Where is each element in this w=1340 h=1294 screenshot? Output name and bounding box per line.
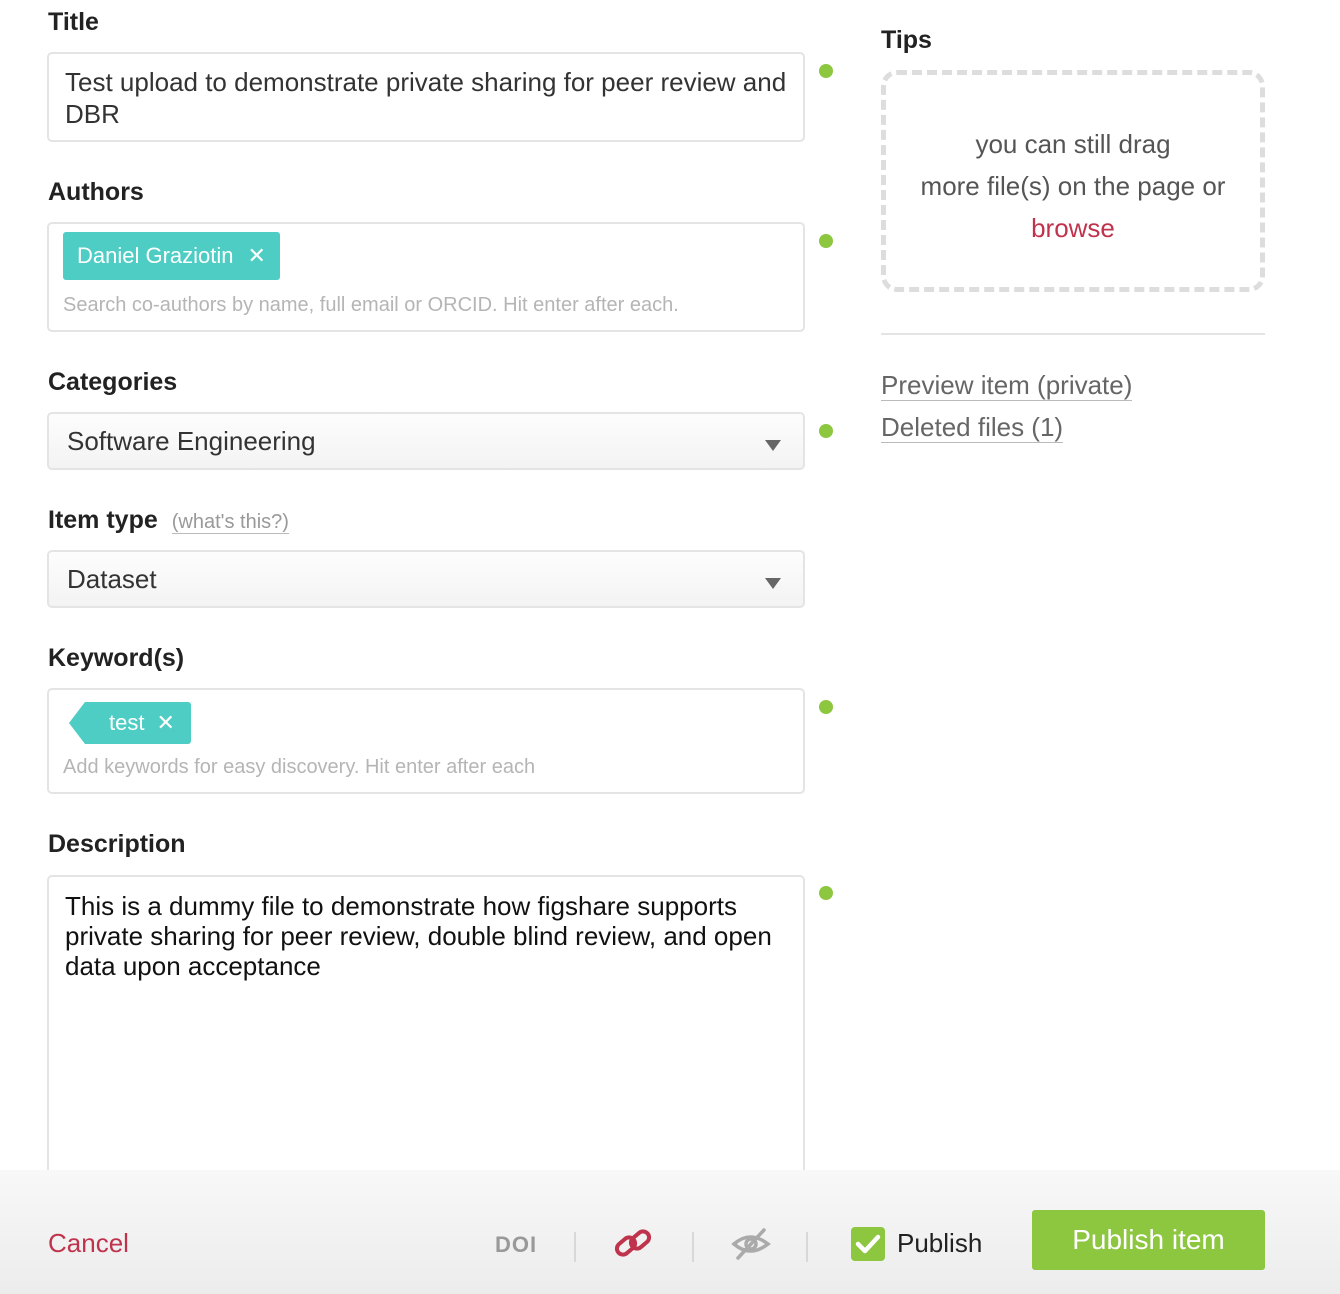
keywords-field[interactable]: test ✕ Add keywords for easy discovery. H…: [47, 688, 805, 794]
link-icon: [614, 1229, 652, 1257]
toolbar-separator: [692, 1232, 694, 1262]
doi-button[interactable]: DOI: [495, 1232, 537, 1258]
chevron-down-icon: [765, 440, 781, 451]
keywords-status-dot: [819, 700, 833, 714]
hidden-toggle-button[interactable]: [730, 1224, 774, 1264]
browse-link[interactable]: browse: [886, 207, 1260, 249]
close-icon[interactable]: ✕: [156, 710, 174, 735]
private-link-button[interactable]: [612, 1224, 656, 1264]
file-dropzone[interactable]: you can still drag more file(s) on the p…: [881, 70, 1265, 292]
authors-status-dot: [819, 234, 833, 248]
cancel-button[interactable]: Cancel: [48, 1228, 129, 1259]
author-tag-label: Daniel Graziotin: [77, 243, 234, 268]
footer-bar: Cancel DOI Publish Publish item: [0, 1170, 1340, 1294]
publish-item-button[interactable]: Publish item: [1032, 1210, 1265, 1270]
keyword-tag-label: test: [109, 710, 145, 735]
categories-status-dot: [819, 424, 833, 438]
toolbar-separator: [574, 1232, 576, 1262]
deleted-files-link[interactable]: Deleted files (1): [881, 412, 1064, 443]
description-label: Description: [48, 830, 186, 858]
categories-selected-value: Software Engineering: [67, 426, 316, 456]
chevron-down-icon: [765, 578, 781, 589]
item-type-help-link[interactable]: (what's this?): [171, 511, 289, 534]
keywords-label: Keyword(s): [48, 644, 185, 672]
dropzone-text-line2: more file(s) on the page or: [920, 171, 1226, 201]
keywords-input[interactable]: Add keywords for easy discovery. Hit ent…: [63, 756, 535, 779]
author-tag: Daniel Graziotin ✕: [63, 232, 280, 280]
title-input[interactable]: Test upload to demonstrate private shari…: [47, 52, 805, 142]
description-status-dot: [819, 886, 833, 900]
eye-slash-icon: [731, 1228, 771, 1260]
keyword-tag: test ✕: [69, 702, 191, 744]
title-status-dot: [819, 64, 833, 78]
item-type-label-text: Item type: [48, 506, 158, 534]
publish-checkbox-label[interactable]: Publish: [897, 1228, 982, 1259]
categories-select[interactable]: Software Engineering: [47, 412, 805, 470]
check-icon: [855, 1234, 881, 1254]
authors-field[interactable]: Daniel Graziotin ✕ Search co-authors by n…: [47, 222, 805, 332]
tips-title: Tips: [881, 26, 932, 54]
publish-checkbox[interactable]: [851, 1227, 885, 1261]
sidebar-divider: [881, 333, 1265, 335]
toolbar-separator: [806, 1232, 808, 1262]
item-type-select[interactable]: Dataset: [47, 550, 805, 608]
item-type-label: Item type (what's this?): [48, 506, 289, 535]
authors-search-input[interactable]: Search co-authors by name, full email or…: [63, 294, 679, 317]
authors-label: Authors: [48, 178, 144, 206]
description-textarea[interactable]: This is a dummy file to demonstrate how …: [47, 875, 805, 1195]
close-icon[interactable]: ✕: [248, 243, 266, 268]
item-type-selected-value: Dataset: [67, 564, 157, 594]
dropzone-text-line1: you can still drag: [975, 129, 1171, 159]
preview-item-link[interactable]: Preview item (private): [881, 370, 1133, 401]
title-label: Title: [48, 8, 99, 36]
categories-label: Categories: [48, 368, 178, 396]
